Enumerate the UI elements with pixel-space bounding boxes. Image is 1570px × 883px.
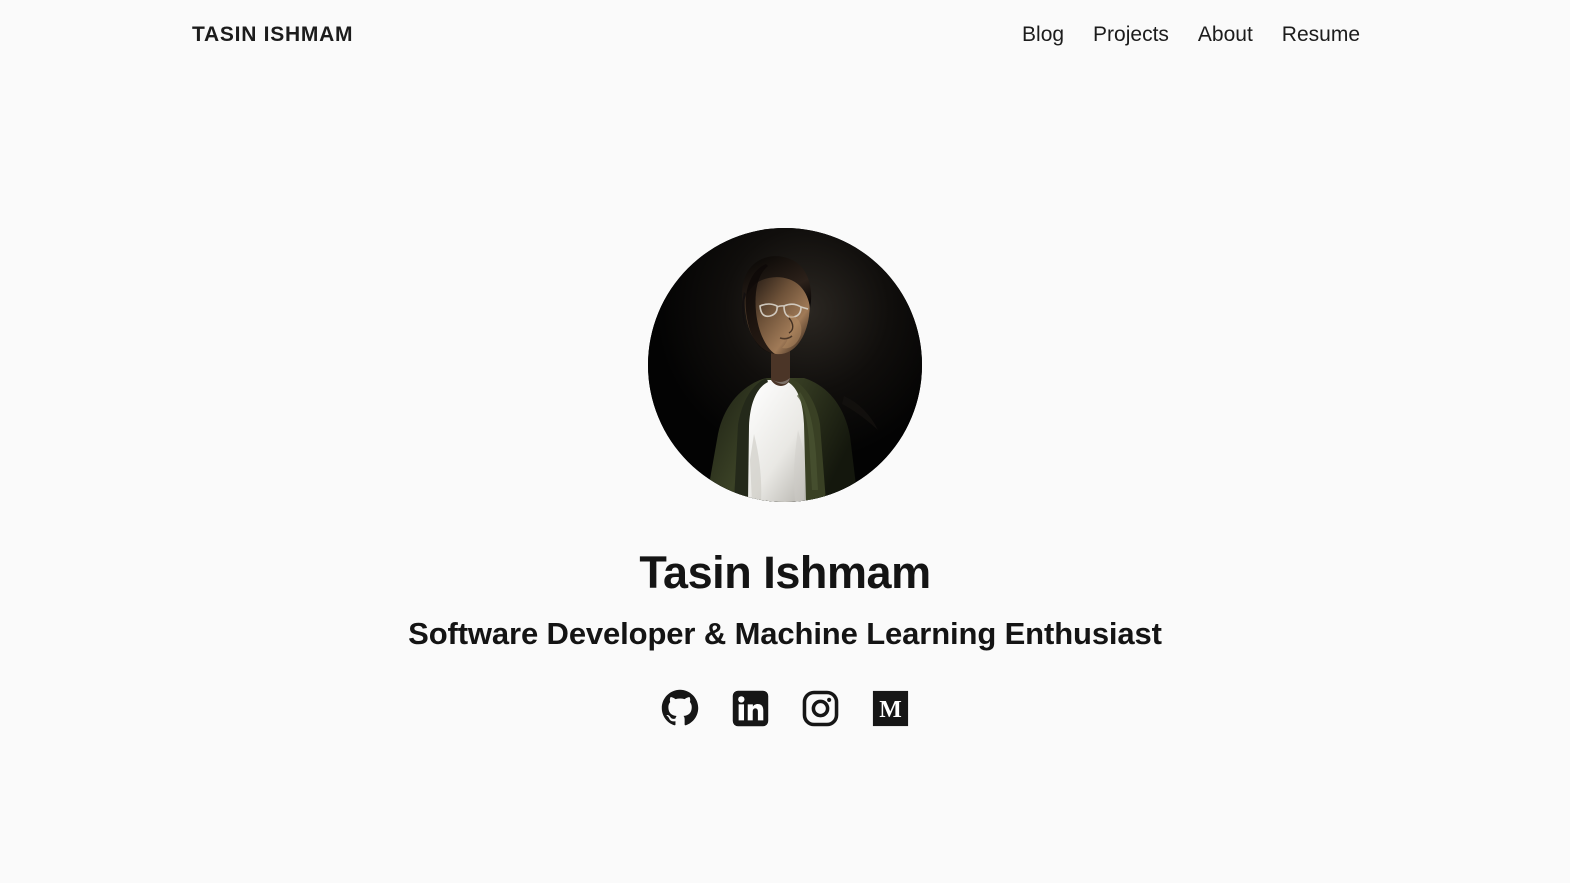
nav-link-resume[interactable]: Resume [1282, 24, 1360, 45]
linkedin-icon [732, 690, 769, 727]
nav-link-about[interactable]: About [1198, 24, 1253, 45]
instagram-icon [802, 690, 839, 727]
social-link-github[interactable] [659, 687, 701, 729]
hero-section: Tasin Ishmam Software Developer & Machin… [0, 68, 1570, 729]
svg-text:M: M [879, 697, 902, 723]
hero-tagline: Software Developer & Machine Learning En… [408, 616, 1162, 652]
main-navigation: Blog Projects About Resume [1022, 24, 1378, 45]
medium-icon: M [872, 690, 909, 727]
avatar [648, 228, 922, 502]
site-header: TASIN ISHMAM Blog Projects About Resume [0, 0, 1570, 68]
social-link-linkedin[interactable] [729, 687, 771, 729]
social-link-medium[interactable]: M [869, 687, 911, 729]
social-link-instagram[interactable] [799, 687, 841, 729]
site-brand-logo[interactable]: TASIN ISHMAM [192, 24, 353, 45]
nav-link-blog[interactable]: Blog [1022, 24, 1064, 45]
social-links: M [659, 687, 911, 729]
page-title: Tasin Ishmam [639, 547, 931, 598]
github-icon [661, 689, 699, 727]
nav-link-projects[interactable]: Projects [1093, 24, 1169, 45]
